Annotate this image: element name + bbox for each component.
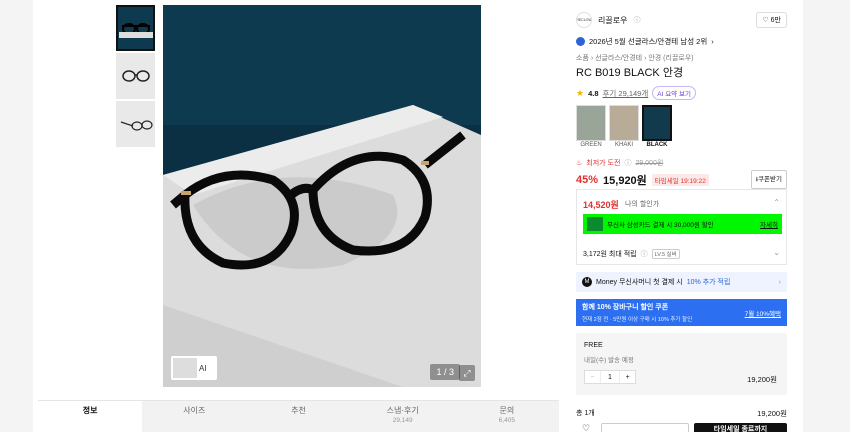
color-labels: GREEN KHAKI BLACK — [580, 142, 668, 148]
heart-icon: ♡ — [762, 17, 769, 24]
quantity-stepper: − 1 + — [584, 370, 636, 384]
tab-reviews[interactable]: 스냅·후기 29,149 — [350, 401, 455, 432]
coupon-button[interactable]: ⭳쿠폰받기 — [750, 170, 787, 189]
info-icon[interactable]: ⓘ — [633, 15, 640, 25]
chevron-up-icon[interactable]: ⌃ — [773, 198, 780, 207]
rank-badge[interactable]: 2026년 5월 선글라스/안경테 남성 2위 › — [576, 36, 787, 47]
page: AI 1 / 3 ⤢ 정보 사이즈 추천 스냅·후기 29,149 문의 6,405… — [0, 0, 850, 432]
expand-icon[interactable]: ⤢ — [459, 365, 475, 381]
color-swatch-khaki[interactable] — [609, 105, 639, 141]
brand-name[interactable]: 리끌로우 — [598, 15, 627, 26]
price-row: 45% 15,920원 타임세일 19:19:22 ⭳쿠폰받기 — [576, 170, 787, 189]
total-row: 총 1개 19,200원 — [576, 409, 787, 418]
breadcrumb[interactable]: 소품 › 선글라스/안경테 › 안경 (리끌로우) — [576, 53, 787, 63]
buy-button[interactable]: 타임세일 종료까지 — [694, 423, 787, 432]
color-swatch-black[interactable] — [642, 105, 672, 141]
tab-info[interactable]: 정보 — [38, 401, 143, 432]
thumbnail-2[interactable] — [116, 53, 155, 99]
thumbnail-list — [116, 5, 155, 149]
star-icon: ★ — [576, 87, 585, 98]
rating-row: ★ 4.8 후기 29,149개 AI 요약 보기 — [576, 86, 787, 100]
plus-button[interactable]: + — [620, 371, 635, 383]
thumbnail-3[interactable] — [116, 101, 155, 147]
heart-icon[interactable]: ♡ — [576, 423, 596, 432]
card-promo-banner[interactable]: 무신사 삼성카드 결제 시 30,000원 할인 자세히 — [583, 214, 782, 234]
review-link[interactable]: 후기 29,149개 — [603, 88, 649, 99]
thumbnail-1[interactable] — [116, 5, 155, 51]
coupon-banner[interactable]: 함께 10% 장바구니 할인 쿠폰 현재 2점 전 · 5만원 이상 구매 시 … — [576, 299, 787, 326]
ai-thumbnail — [173, 358, 197, 378]
my-discount-box: 14,520원 나의 할인가 ⌃ 무신사 삼성카드 결제 시 30,000원 할… — [576, 189, 787, 265]
info-icon[interactable]: ⓘ — [624, 158, 631, 168]
selected-option-box: FREE 내일(수) 발송 예정 − 1 + 19,200원 — [576, 333, 787, 395]
ai-label: AI — [199, 363, 207, 373]
tab-qna[interactable]: 문의 6,405 — [454, 401, 560, 432]
money-banner[interactable]: M Money 무신사머니 첫 결제 시 10% 추가 적립 › — [576, 272, 787, 292]
money-icon: M — [582, 277, 592, 287]
image-pager: 1 / 3 — [430, 364, 460, 380]
brand-row: RECLOW 리끌로우 ⓘ ♡ 6만 — [576, 11, 787, 29]
chevron-down-icon[interactable]: ⌄ — [773, 248, 780, 257]
points-row: 3,172원 최대 적립 ⓘ LV.5 실버 — [583, 249, 680, 259]
lowest-price-row: ♨ 최저가 도전 ⓘ 29,000원 — [576, 158, 664, 168]
main-product-image[interactable]: AI 1 / 3 ⤢ — [163, 5, 481, 387]
medal-icon — [576, 37, 585, 46]
card-icon — [587, 217, 603, 231]
fire-icon: ♨ — [576, 160, 583, 167]
chevron-right-icon: › — [778, 278, 781, 286]
action-bar: ♡ 타임세일 종료까지 — [576, 423, 787, 432]
product-title: RC B019 BLACK 안경 — [576, 67, 684, 79]
cart-button[interactable] — [601, 423, 689, 432]
color-options — [576, 105, 787, 141]
info-icon[interactable]: ⓘ — [641, 249, 648, 259]
tab-recommend[interactable]: 추천 — [246, 401, 351, 432]
chevron-right-icon: › — [711, 37, 714, 46]
ai-summary-chip[interactable]: AI 요약 보기 — [652, 86, 696, 100]
detail-tabs: 정보 사이즈 추천 스냅·후기 29,149 문의 6,405 — [38, 400, 560, 432]
timesale-badge: 타임세일 19:19:22 — [651, 173, 709, 186]
quantity-value[interactable]: 1 — [599, 371, 621, 383]
ai-try-button[interactable]: AI — [171, 356, 217, 380]
minus-button[interactable]: − — [585, 371, 600, 383]
color-swatch-green[interactable] — [576, 105, 606, 141]
like-button[interactable]: ♡ 6만 — [756, 12, 787, 28]
brand-logo[interactable]: RECLOW — [576, 12, 592, 28]
tab-size[interactable]: 사이즈 — [142, 401, 247, 432]
